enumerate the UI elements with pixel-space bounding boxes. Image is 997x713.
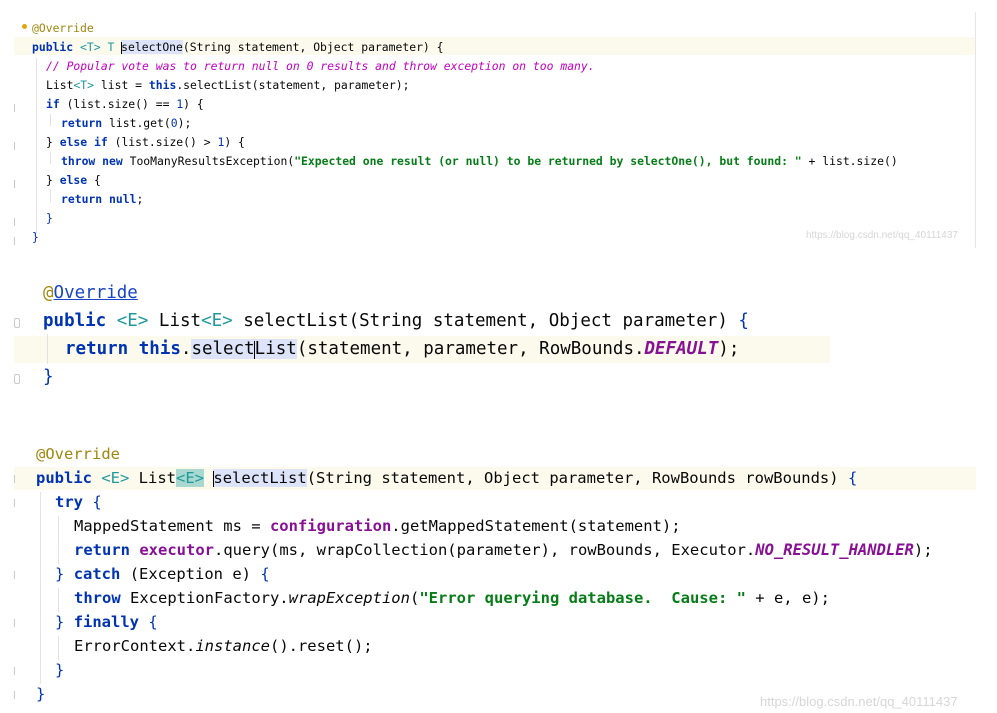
watermark: https://blog.csdn.net/qq_40111437	[760, 694, 958, 709]
code-line-3: try {	[55, 493, 102, 511]
fold-marker[interactable]	[14, 691, 15, 699]
annotation-override-link[interactable]: Override	[54, 283, 138, 303]
code-line-4: List<T> list = this.selectList(statement…	[46, 78, 410, 92]
code-line-2: public <E> List<E> selectList(String sta…	[43, 311, 749, 331]
code-line-9: } else {	[46, 173, 101, 187]
bulb-icon[interactable]	[22, 24, 27, 29]
code-line-1: @Override	[32, 21, 94, 35]
fold-marker[interactable]	[14, 218, 15, 226]
code-line-12: }	[32, 230, 39, 244]
fold-marker[interactable]	[14, 180, 15, 188]
code-line-2: public <T> T selectOne(String statement,…	[32, 40, 444, 54]
code-line-10: return null;	[61, 192, 144, 206]
code-line-7: throw ExceptionFactory.wrapException("Er…	[74, 589, 830, 607]
code-line-1: @Override	[43, 283, 138, 303]
code-line-6: return list.get(0);	[61, 116, 192, 130]
code-snippet-select-list-rowbounds: @Override public <E> List<E> selectList(…	[0, 440, 997, 713]
fold-marker[interactable]	[14, 475, 15, 483]
annotation-override: @Override	[36, 445, 120, 463]
indent-guide	[40, 492, 41, 684]
code-line-11: }	[36, 685, 46, 703]
annotation-override: @Override	[32, 21, 94, 35]
code-line-6: } catch (Exception e) {	[55, 565, 270, 583]
watermark: https://blog.csdn.net/qq_40111437	[806, 230, 958, 241]
code-line-5: return executor.query(ms, wrapCollection…	[74, 541, 933, 559]
code-line-3: // Popular vote was to return null on 0 …	[46, 59, 595, 73]
editor-right-margin	[975, 12, 976, 248]
indent-guide	[58, 516, 59, 564]
indent-guide	[47, 334, 48, 364]
code-line-5: if (list.size() == 1) {	[46, 97, 204, 111]
code-line-8: throw new TooManyResultsException("Expec…	[61, 154, 898, 168]
code-snippet-select-list: @Override public <E> List<E> selectList(…	[0, 280, 997, 400]
fold-marker[interactable]	[14, 619, 15, 627]
indent-guide	[58, 588, 59, 612]
code-line-4: }	[43, 367, 54, 387]
code-snippet-select-one: @Override public <T> T selectOne(String …	[0, 10, 997, 250]
code-line-2: public <E> List<E> selectList(String sta…	[36, 469, 858, 487]
code-line-3: return this.selectList(statement, parame…	[65, 339, 740, 359]
indent-guide	[50, 114, 51, 126]
fold-marker[interactable]	[14, 318, 20, 328]
code-line-7: } else if (list.size() > 1) {	[46, 135, 245, 149]
code-line-8: } finally {	[55, 613, 158, 631]
fold-marker[interactable]	[14, 142, 15, 150]
code-line-1: @Override	[36, 445, 120, 463]
code-line-4: MappedStatement ms = configuration.getMa…	[74, 517, 681, 535]
code-line-10: }	[55, 661, 65, 679]
code-line-9: ErrorContext.instance().reset();	[74, 637, 373, 655]
fold-marker[interactable]	[14, 571, 15, 579]
indent-guide	[36, 58, 37, 234]
indent-guide	[50, 152, 51, 164]
indent-guide	[50, 190, 51, 202]
fold-marker[interactable]	[14, 374, 20, 384]
fold-marker[interactable]	[14, 499, 15, 507]
fold-marker[interactable]	[14, 237, 15, 245]
indent-guide	[58, 636, 59, 660]
fold-marker[interactable]	[14, 104, 15, 112]
fold-marker[interactable]	[14, 667, 15, 675]
comment-popular-vote: // Popular vote was to return null on 0 …	[46, 59, 595, 73]
code-line-11: }	[46, 211, 53, 225]
